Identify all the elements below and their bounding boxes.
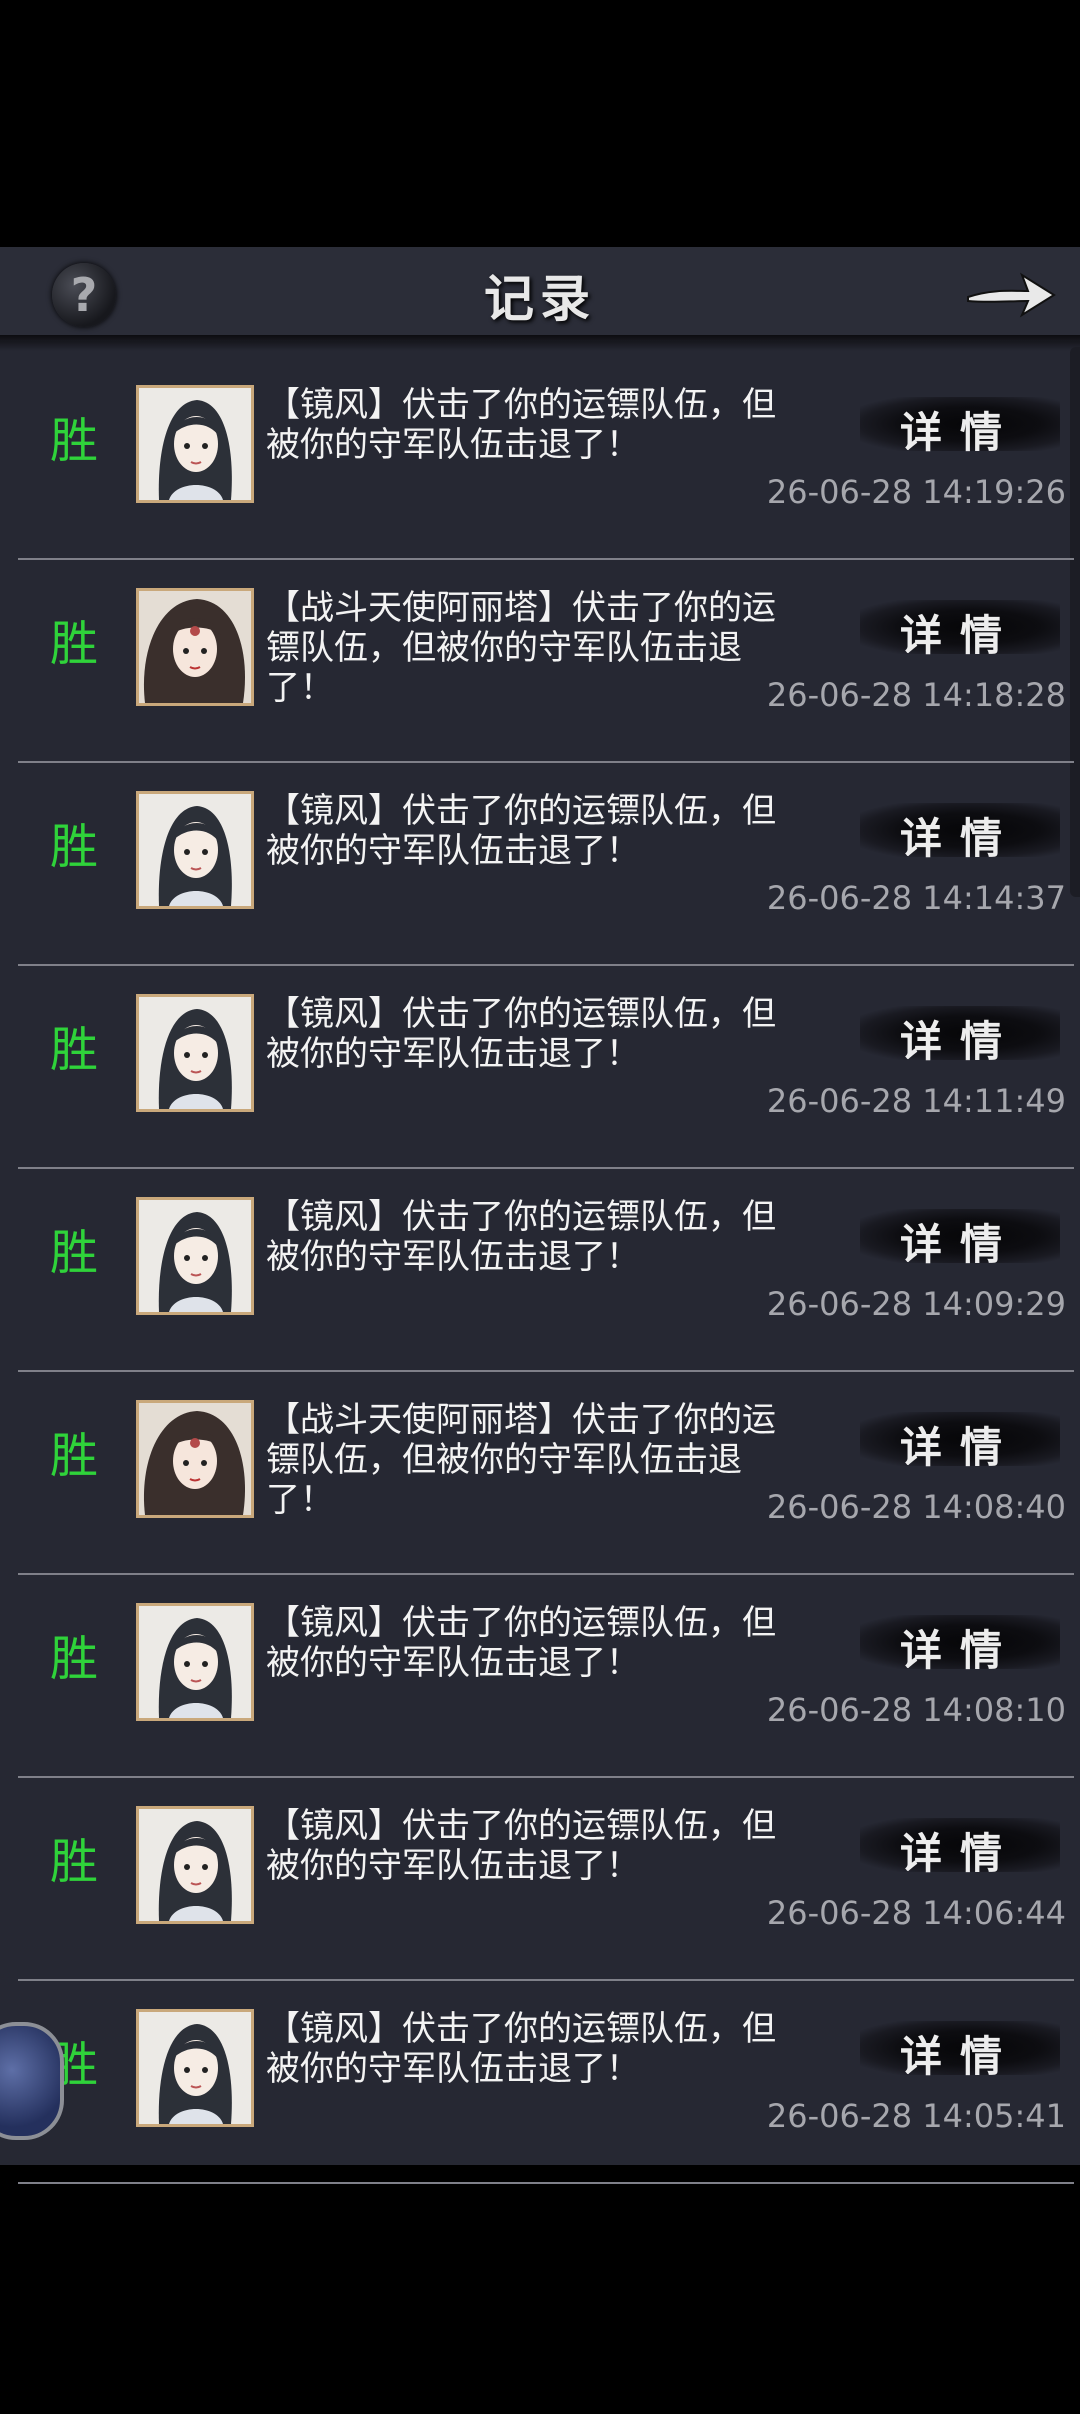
record-time: 26-06-28 14:14:37 (766, 879, 1066, 917)
record-message: 【镜风】伏击了你的运镖队伍，但被你的守军队伍击退了！ (266, 791, 776, 871)
detail-button-label: 详情 (899, 2032, 1020, 2081)
record-time: 26-06-28 14:08:40 (766, 1488, 1066, 1526)
result-label: 胜 (50, 1631, 99, 1687)
record-time: 26-06-28 14:08:10 (766, 1691, 1066, 1729)
header-bar: ? 记录 (0, 247, 1080, 351)
detail-button-label: 详情 (899, 1626, 1020, 1675)
detail-button[interactable]: 详情 (860, 795, 1060, 865)
detail-button-label: 详情 (899, 1423, 1020, 1472)
record-time: 26-06-28 14:09:29 (766, 1285, 1066, 1323)
detail-button[interactable]: 详情 (860, 389, 1060, 459)
page-title: 记录 (484, 269, 596, 328)
opponent-avatar[interactable] (136, 1806, 254, 1924)
record-panel: ? 记录 胜 【镜风】伏击了你的运镖队伍，但被你的守军队伍击退了！ 详情 26-… (0, 247, 1080, 2184)
detail-button-label: 详情 (899, 1017, 1020, 1066)
record-row: 胜 【镜风】伏击了你的运镖队伍，但被你的守军队伍击退了！ 详情 26-06-28… (0, 1778, 1080, 1981)
record-row: 胜 【镜风】伏击了你的运镖队伍，但被你的守军队伍击退了！ 详情 26-06-28… (0, 1169, 1080, 1372)
detail-button-label: 详情 (899, 1829, 1020, 1878)
portrait-jingfeng-icon (139, 2012, 251, 2124)
opponent-avatar[interactable] (136, 1400, 254, 1518)
result-label: 胜 (50, 616, 99, 672)
detail-button-label: 详情 (899, 611, 1020, 660)
record-message: 【战斗天使阿丽塔】伏击了你的运镖队伍，但被你的守军队伍击退了！ (266, 588, 776, 708)
record-list: 胜 【镜风】伏击了你的运镖队伍，但被你的守军队伍击退了！ 详情 26-06-28… (0, 357, 1080, 2184)
record-time: 26-06-28 14:06:44 (766, 1894, 1066, 1932)
detail-button-label: 详情 (899, 408, 1020, 457)
portrait-alita-icon (139, 1403, 251, 1515)
detail-button[interactable]: 详情 (860, 998, 1060, 1068)
opponent-avatar[interactable] (136, 1197, 254, 1315)
record-row: 胜 【镜风】伏击了你的运镖队伍，但被你的守军队伍击退了！ 详情 26-06-28… (0, 1981, 1080, 2184)
record-message: 【镜风】伏击了你的运镖队伍，但被你的守军队伍击退了！ (266, 2009, 776, 2089)
record-time: 26-06-28 14:11:49 (766, 1082, 1066, 1120)
record-message: 【镜风】伏击了你的运镖队伍，但被你的守军队伍击退了！ (266, 1806, 776, 1886)
result-label: 胜 (50, 1022, 99, 1078)
side-floating-button[interactable] (0, 2022, 64, 2140)
result-label: 胜 (50, 1834, 99, 1890)
record-message: 【镜风】伏击了你的运镖队伍，但被你的守军队伍击退了！ (266, 1603, 776, 1683)
opponent-avatar[interactable] (136, 588, 254, 706)
detail-button[interactable]: 详情 (860, 592, 1060, 662)
opponent-avatar[interactable] (136, 791, 254, 909)
opponent-avatar[interactable] (136, 385, 254, 503)
record-row: 胜 【镜风】伏击了你的运镖队伍，但被你的守军队伍击退了！ 详情 26-06-28… (0, 357, 1080, 560)
result-label: 胜 (50, 1225, 99, 1281)
detail-button-label: 详情 (899, 814, 1020, 863)
portrait-jingfeng-icon (139, 388, 251, 500)
record-row: 胜 【战斗天使阿丽塔】伏击了你的运镖队伍，但被你的守军队伍击退了！ 详情 26-… (0, 1372, 1080, 1575)
record-message: 【镜风】伏击了你的运镖队伍，但被你的守军队伍击退了！ (266, 1197, 776, 1277)
next-button[interactable] (962, 261, 1058, 325)
detail-button[interactable]: 详情 (860, 1810, 1060, 1880)
record-message: 【镜风】伏击了你的运镖队伍，但被你的守军队伍击退了！ (266, 994, 776, 1074)
portrait-jingfeng-icon (139, 997, 251, 1109)
opponent-avatar[interactable] (136, 2009, 254, 2127)
portrait-alita-icon (139, 591, 251, 703)
result-label: 胜 (50, 1428, 99, 1484)
portrait-jingfeng-icon (139, 1606, 251, 1718)
portrait-jingfeng-icon (139, 794, 251, 906)
record-time: 26-06-28 14:18:28 (766, 676, 1066, 714)
record-message: 【镜风】伏击了你的运镖队伍，但被你的守军队伍击退了！ (266, 385, 776, 465)
record-time: 26-06-28 14:19:26 (766, 473, 1066, 511)
portrait-jingfeng-icon (139, 1200, 251, 1312)
detail-button-label: 详情 (899, 1220, 1020, 1269)
detail-button[interactable]: 详情 (860, 1201, 1060, 1271)
opponent-avatar[interactable] (136, 994, 254, 1112)
record-row: 胜 【镜风】伏击了你的运镖队伍，但被你的守军队伍击退了！ 详情 26-06-28… (0, 763, 1080, 966)
detail-button[interactable]: 详情 (860, 1607, 1060, 1677)
opponent-avatar[interactable] (136, 1603, 254, 1721)
result-label: 胜 (50, 413, 99, 469)
result-label: 胜 (50, 819, 99, 875)
detail-button[interactable]: 详情 (860, 2013, 1060, 2083)
record-time: 26-06-28 14:05:41 (766, 2097, 1066, 2135)
detail-button[interactable]: 详情 (860, 1404, 1060, 1474)
record-row: 胜 【镜风】伏击了你的运镖队伍，但被你的守军队伍击退了！ 详情 26-06-28… (0, 966, 1080, 1169)
arrow-right-icon (967, 272, 1056, 318)
record-row: 胜 【镜风】伏击了你的运镖队伍，但被你的守军队伍击退了！ 详情 26-06-28… (0, 1575, 1080, 1778)
portrait-jingfeng-icon (139, 1809, 251, 1921)
record-message: 【战斗天使阿丽塔】伏击了你的运镖队伍，但被你的守军队伍击退了！ (266, 1400, 776, 1520)
record-row: 胜 【战斗天使阿丽塔】伏击了你的运镖队伍，但被你的守军队伍击退了！ 详情 26-… (0, 560, 1080, 763)
